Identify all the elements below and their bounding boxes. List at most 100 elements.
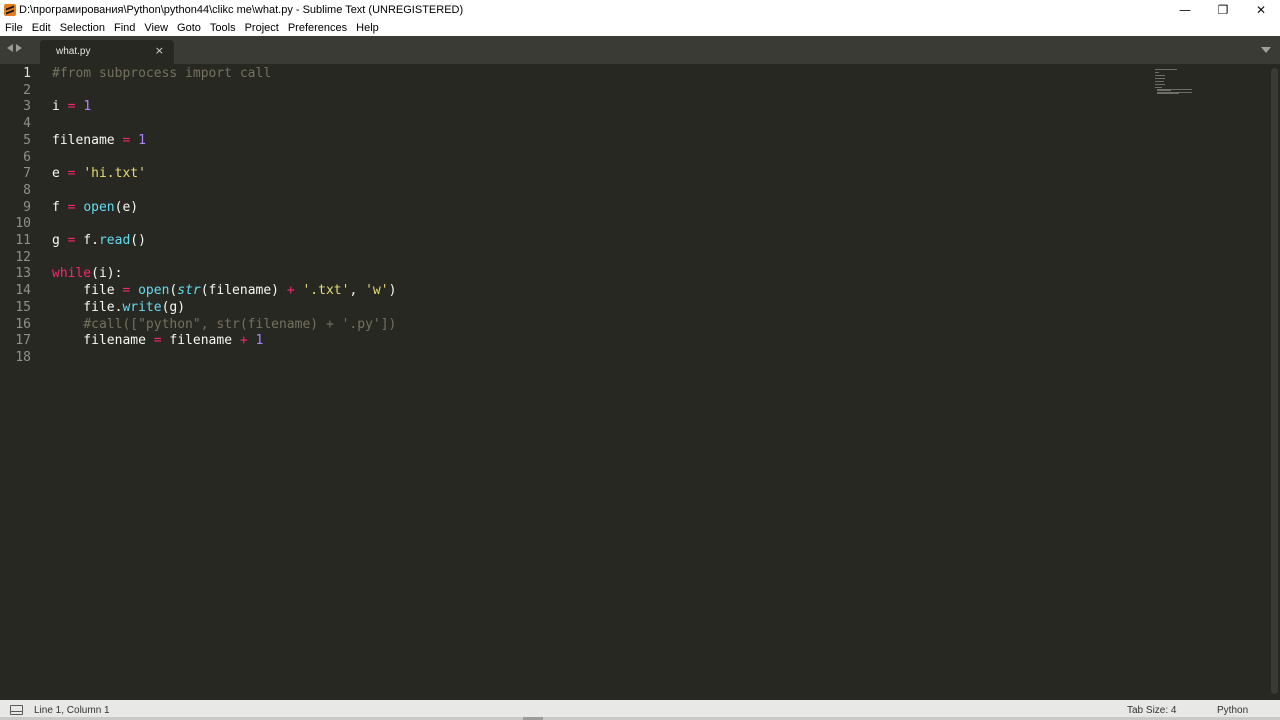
code-token: e: [52, 166, 68, 182]
panel-toggle-icon[interactable]: [10, 705, 23, 715]
tab-what-py[interactable]: what.py ×: [40, 40, 174, 64]
code-token: =: [153, 333, 162, 349]
tab-scroll-left-icon[interactable]: [7, 44, 13, 52]
code-token: write: [122, 299, 162, 315]
tab-scroll-right-icon[interactable]: [16, 44, 22, 52]
menu-project[interactable]: Project: [240, 22, 283, 34]
tab-label: what.py: [56, 46, 91, 57]
line-number: 15: [15, 299, 31, 315]
code-token: open: [138, 283, 170, 299]
syntax-indicator[interactable]: Python: [1217, 705, 1248, 716]
code-token: while: [52, 266, 92, 282]
cursor-position: Line 1, Column 1: [34, 705, 110, 716]
code-token: filename: [161, 333, 240, 349]
code-text: g = f.read(): [52, 232, 146, 249]
code-token: #from subprocess import call: [52, 66, 272, 81]
close-button[interactable]: ✕: [1242, 0, 1280, 20]
code-text: #from subprocess import call: [52, 65, 271, 82]
menu-edit[interactable]: Edit: [27, 22, 55, 34]
code-token: '.txt': [302, 283, 350, 299]
code-token: +: [286, 283, 295, 299]
tab-close-icon[interactable]: ×: [155, 44, 164, 57]
code-token: open: [83, 199, 115, 215]
code-token: (i):: [91, 266, 123, 282]
code-token: #call(["python", str(filename) + '.py']): [83, 316, 397, 332]
code-token: g: [52, 233, 68, 248]
tab-list-dropdown-icon[interactable]: [1261, 47, 1271, 53]
line-number: 14: [15, 283, 31, 299]
code-token: (g): [161, 299, 186, 315]
code-token: file.: [52, 299, 123, 315]
code-token: 1: [138, 132, 146, 148]
minimap-line: [1157, 93, 1179, 94]
minimap-line: [1155, 81, 1164, 82]
line-number: 3: [23, 99, 31, 115]
menu-goto[interactable]: Goto: [172, 22, 205, 34]
line-number: 2: [23, 82, 31, 98]
line-number: 9: [23, 199, 31, 215]
minimap[interactable]: [1155, 69, 1195, 99]
code-token: str: [177, 283, 201, 299]
line-number: 6: [23, 149, 31, 165]
menu-file[interactable]: File: [0, 22, 27, 34]
window-controls: — ❐ ✕: [1166, 0, 1280, 20]
line-number: 17: [15, 333, 31, 349]
line-number: 8: [23, 182, 31, 198]
menu-selection[interactable]: Selection: [55, 22, 109, 34]
editor-area[interactable]: 1 #from subprocess import call 2 3 i = 1 4 5 fi…: [0, 64, 1280, 700]
code-token: read: [98, 233, 131, 248]
line-number: 18: [15, 349, 31, 365]
menu-tools[interactable]: Tools: [205, 22, 240, 34]
code-text: #call(["python", str(filename) + '.py']): [52, 316, 396, 333]
line-number: 12: [15, 249, 31, 265]
tab-bar: what.py ×: [0, 36, 1280, 64]
line-number: 1: [23, 66, 31, 81]
line-number: 4: [23, 116, 31, 132]
code-token: 1: [255, 333, 264, 349]
title-bar: D:\програмирования\Python\python44\clikc…: [0, 0, 1280, 20]
code-text: i = 1: [52, 98, 91, 115]
code-token: +: [239, 333, 248, 349]
code-token: ): [388, 283, 397, 299]
minimap-line: [1155, 84, 1165, 85]
menu-view[interactable]: View: [139, 22, 172, 34]
code-token: ,: [349, 283, 366, 299]
code-text: filename = filename + 1: [52, 332, 263, 349]
tab-navigation: [7, 44, 22, 52]
vertical-scrollbar[interactable]: [1271, 68, 1278, 694]
code-text: file.write(g): [52, 299, 185, 316]
code-token: filename: [52, 333, 154, 349]
code-token: f: [52, 199, 68, 215]
menu-find[interactable]: Find: [109, 22, 139, 34]
code-token: f.: [75, 233, 99, 248]
sublime-text-icon: [4, 4, 16, 16]
code-token: file: [52, 283, 123, 299]
maximize-button[interactable]: ❐: [1204, 0, 1242, 20]
minimize-button[interactable]: —: [1166, 0, 1204, 20]
window-title: D:\програмирования\Python\python44\clikc…: [19, 4, 464, 16]
code-token: (filename): [200, 283, 287, 299]
code-text: f = open(e): [52, 199, 138, 216]
menu-preferences[interactable]: Preferences: [283, 22, 351, 34]
code-token: i: [52, 99, 68, 115]
tab-size-indicator[interactable]: Tab Size: 4: [1127, 705, 1176, 716]
line-number: 11: [15, 233, 31, 248]
code-token: filename: [52, 132, 123, 148]
code-text: e = 'hi.txt': [52, 165, 146, 182]
code-text: filename = 1: [52, 132, 146, 149]
menu-help[interactable]: Help: [351, 22, 383, 34]
code-token: 'hi.txt': [83, 166, 146, 182]
line-number: 5: [23, 132, 31, 148]
code-token: (e): [114, 199, 139, 215]
menu-bar: File Edit Selection Find View Goto Tools…: [0, 20, 1280, 36]
code-token: 1: [83, 99, 92, 115]
minimap-line: [1155, 69, 1178, 70]
code-token: (): [130, 233, 146, 248]
minimap-line: [1155, 75, 1165, 76]
line-number: 10: [15, 216, 31, 232]
code-text: file = open(str(filename) + '.txt', 'w'): [52, 282, 396, 299]
